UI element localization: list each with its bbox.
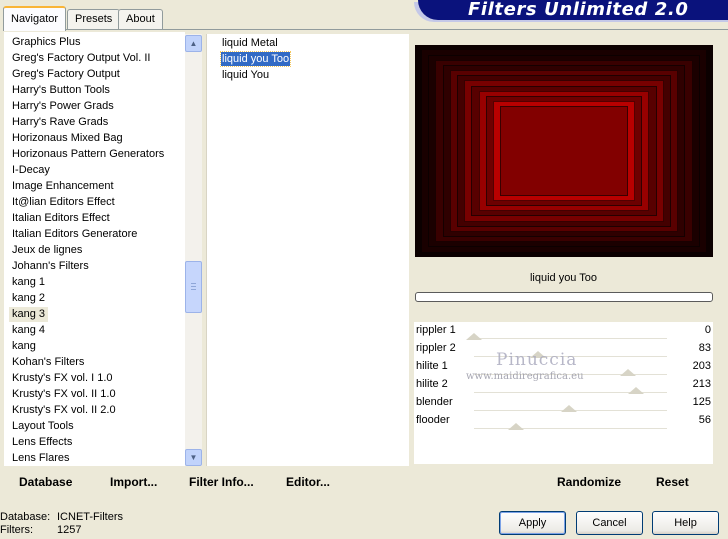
category-item[interactable]: Graphics Plus	[12, 35, 80, 50]
filter-info-link[interactable]: Filter Info...	[189, 475, 254, 489]
database-value: ICNET-Filters	[57, 511, 123, 523]
randomize-link[interactable]: Randomize	[557, 475, 621, 489]
param-slider-thumb[interactable]	[466, 333, 482, 340]
param-name: flooder	[416, 414, 450, 426]
param-value: 56	[698, 414, 711, 426]
category-item[interactable]: I-Decay	[12, 163, 50, 178]
category-item[interactable]: Greg's Factory Output	[12, 67, 120, 82]
reset-link[interactable]: Reset	[656, 475, 689, 489]
param-slider-thumb[interactable]	[508, 423, 525, 430]
category-item[interactable]: Horizonaus Pattern Generators	[12, 147, 164, 162]
tab-presets[interactable]: Presets	[67, 9, 121, 29]
filter-list[interactable]: liquid Metal liquid you Too liquid You	[206, 34, 409, 466]
param-value: 213	[692, 378, 711, 390]
preview-image	[415, 45, 713, 257]
param-value: 125	[692, 396, 711, 408]
category-item[interactable]: kang 2	[12, 291, 45, 306]
cancel-button[interactable]: Cancel	[576, 511, 643, 535]
category-item[interactable]: kang 4	[12, 323, 45, 338]
category-item[interactable]: It@lian Editors Effect	[12, 195, 115, 210]
param-slider-thumb[interactable]	[620, 369, 637, 376]
category-list[interactable]: Graphics Plus Greg's Factory Output Vol. …	[4, 32, 185, 466]
progress-bar	[415, 292, 713, 302]
current-filter-name: liquid you Too	[529, 272, 598, 284]
apply-button[interactable]: Apply	[499, 511, 566, 535]
import-link[interactable]: Import...	[110, 475, 157, 489]
tab-navigator[interactable]: Navigator	[3, 6, 67, 31]
param-slider-thumb[interactable]	[560, 405, 577, 412]
category-item[interactable]: Lens Flares	[12, 451, 69, 466]
filter-item[interactable]: liquid Metal	[221, 36, 279, 50]
param-name: rippler 1	[416, 324, 456, 336]
filters-count: 1257	[57, 524, 82, 536]
param-slider-track[interactable]	[474, 338, 667, 339]
category-item[interactable]: Lens Effects	[12, 435, 72, 450]
category-item[interactable]: kang 3	[9, 307, 49, 322]
category-item[interactable]: kang 1	[12, 275, 45, 290]
app-title: Filters Unlimited 2.0	[468, 0, 689, 20]
category-item[interactable]: Johann's Filters	[12, 259, 89, 274]
category-item[interactable]: Krusty's FX vol. II 1.0	[12, 387, 116, 402]
category-item[interactable]: kang	[12, 339, 36, 354]
scroll-thumb[interactable]	[185, 261, 202, 313]
filter-item[interactable]: liquid you Too	[219, 51, 292, 67]
preview-frame	[500, 106, 628, 196]
category-item[interactable]: Krusty's FX vol. II 2.0	[12, 403, 116, 418]
param-slider-track[interactable]	[474, 428, 667, 429]
param-row[interactable]: rippler 1 0	[414, 322, 713, 340]
category-scrollbar[interactable]: ▲ ▼	[185, 34, 202, 466]
editor-link[interactable]: Editor...	[286, 475, 330, 489]
category-item[interactable]: Harry's Button Tools	[12, 83, 110, 98]
filter-item[interactable]: liquid You	[221, 68, 270, 82]
scroll-up-button[interactable]: ▲	[185, 35, 202, 52]
param-value: 0	[704, 324, 711, 336]
param-name: rippler 2	[416, 342, 456, 354]
category-item[interactable]: Italian Editors Effect	[12, 211, 110, 226]
scroll-down-button[interactable]: ▼	[185, 449, 202, 466]
category-item[interactable]: Krusty's FX vol. I 1.0	[12, 371, 113, 386]
category-item[interactable]: Italian Editors Generatore	[12, 227, 137, 242]
filters-label: Filters:	[0, 524, 33, 536]
watermark-name: Pinuccia	[496, 350, 578, 370]
category-item[interactable]: Greg's Factory Output Vol. II	[12, 51, 150, 66]
category-item[interactable]: Jeux de lignes	[12, 243, 82, 258]
param-row[interactable]: blender 125	[414, 394, 713, 412]
param-name: hilite 2	[416, 378, 448, 390]
category-item[interactable]: Harry's Power Grads	[12, 99, 114, 114]
tab-divider	[4, 29, 728, 30]
database-label: Database:	[0, 511, 51, 523]
param-row[interactable]: flooder 56	[414, 412, 713, 430]
tab-about[interactable]: About	[118, 9, 163, 29]
param-slider-thumb[interactable]	[628, 387, 645, 394]
category-item[interactable]: Kohan's Filters	[12, 355, 84, 370]
param-name: hilite 1	[416, 360, 448, 372]
param-value: 83	[698, 342, 711, 354]
help-button[interactable]: Help	[652, 511, 719, 535]
category-item[interactable]: Layout Tools	[12, 419, 74, 434]
category-item[interactable]: Image Enhancement	[12, 179, 114, 194]
param-name: blender	[416, 396, 453, 408]
parameter-sliders[interactable]: rippler 1 0 rippler 2 83 hilite 1 203 hilite 2…	[414, 322, 713, 464]
category-item[interactable]: Horizonaus Mixed Bag	[12, 131, 123, 146]
param-value: 203	[692, 360, 711, 372]
category-item[interactable]: Harry's Rave Grads	[12, 115, 108, 130]
database-link[interactable]: Database	[19, 475, 72, 489]
watermark-url: www.maidiregrafica.eu	[466, 371, 584, 382]
